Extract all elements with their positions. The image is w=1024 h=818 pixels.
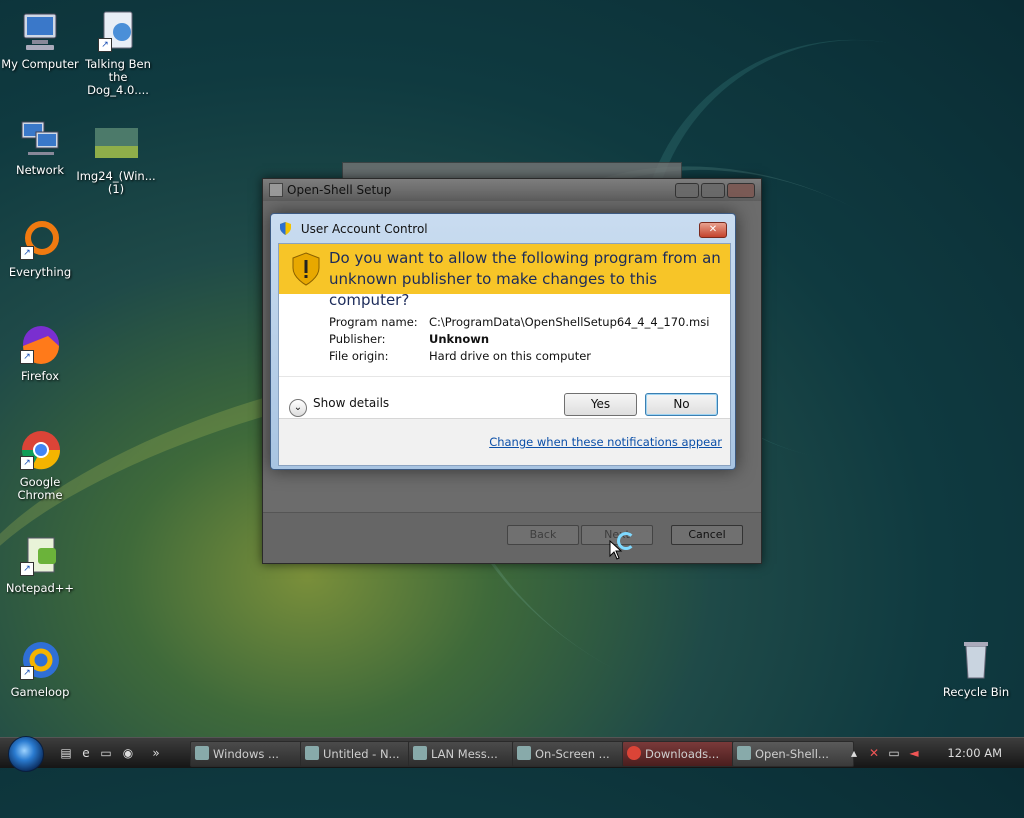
ie-icon[interactable]: e [78, 745, 94, 761]
start-button[interactable] [8, 736, 44, 772]
taskbar-item[interactable]: LAN Mess... [408, 741, 524, 767]
app-shortcut-icon: ↗ [96, 10, 140, 54]
file-origin-row: File origin: Hard drive on this computer [329, 349, 591, 363]
gameloop-icon: ↗ [18, 638, 62, 682]
taskbar-item-label: On-Screen ... [535, 747, 610, 761]
show-desktop-icon[interactable]: ▤ [58, 745, 74, 761]
network-icon [18, 116, 62, 160]
volume-icon[interactable]: ◄ [906, 745, 922, 761]
switch-windows-icon[interactable]: ▭ [98, 745, 114, 761]
yes-button[interactable]: Yes [564, 393, 637, 416]
clock[interactable]: 12:00 AM [947, 746, 1002, 760]
desktop-icon-label: Notepad++ [5, 581, 75, 595]
uac-footer: Change when these notifications appear [279, 418, 730, 465]
back-button[interactable]: Back [507, 525, 579, 545]
desktop-icon-gameloop[interactable]: ↗ Gameloop [0, 638, 80, 699]
battery-icon[interactable]: ▭ [886, 745, 902, 761]
desktop-icon-notepadpp[interactable]: ↗ Notepad++ [0, 534, 80, 595]
no-button[interactable]: No [645, 393, 718, 416]
setup-window-title: Open-Shell Setup [287, 183, 392, 197]
desktop-icon-my-computer[interactable]: My Computer [0, 10, 80, 71]
uac-question-line1: Do you want to allow the following progr… [329, 249, 721, 267]
system-tray: ▴ ✕ ▭ ◄ 12:00 AM [834, 738, 1024, 768]
uac-title: User Account Control [300, 222, 428, 236]
change-notifications-link[interactable]: Change when these notifications appear [489, 435, 722, 449]
network-status-icon[interactable]: ✕ [866, 745, 882, 761]
chevron-down-icon: ⌄ [289, 399, 307, 417]
lan-messenger-icon [413, 746, 427, 760]
taskbar-item-label: Windows ... [213, 747, 279, 761]
notepad-icon [305, 746, 319, 760]
desktop-icon-network[interactable]: Network [0, 116, 80, 177]
explorer-icon [195, 746, 209, 760]
desktop-icon-chrome[interactable]: ↗ Google Chrome [0, 428, 80, 502]
desktop-icon-label: Firefox [20, 369, 60, 383]
publisher-row: Publisher: Unknown [329, 332, 489, 346]
tray-expand-icon[interactable]: ▴ [846, 745, 862, 761]
file-origin-label: File origin: [329, 349, 389, 363]
taskbar-item[interactable]: Downloads... [622, 741, 744, 767]
recycle-bin-icon [954, 638, 998, 682]
uac-dialog: User Account Control ✕ Do you want to al… [270, 213, 736, 470]
image-file-icon [94, 122, 139, 166]
uac-shield-icon [279, 222, 292, 235]
computer-icon [18, 10, 62, 54]
chrome-icon: ↗ [18, 428, 62, 472]
quicklaunch-overflow-icon[interactable]: » [148, 745, 164, 761]
taskbar-item-label: Open-Shell... [755, 747, 829, 761]
uac-warning-banner: Do you want to allow the following progr… [279, 244, 730, 309]
desktop-icon-img24[interactable]: Img24_(Win...(1) [76, 122, 156, 196]
setup-window-titlebar: Open-Shell Setup [263, 179, 761, 201]
desktop-icon-label: Talking Ben the Dog_4.0.... [85, 57, 151, 97]
firefox-icon: ↗ [18, 322, 62, 366]
uac-content: Do you want to allow the following progr… [278, 243, 731, 466]
desktop-icon-recycle-bin[interactable]: Recycle Bin [936, 638, 1016, 699]
program-name-row: Program name: C:\ProgramData\OpenShellSet… [329, 315, 709, 329]
minimize-button[interactable] [675, 183, 699, 198]
taskbar-item-label: LAN Mess... [431, 747, 498, 761]
desktop-icon-label: My Computer [1, 57, 79, 71]
desktop-icon-talking-ben[interactable]: ↗ Talking Ben the Dog_4.0.... [78, 10, 158, 97]
taskbar-item[interactable]: Untitled - N... [300, 741, 422, 767]
desktop-icon-label: Google Chrome [17, 475, 63, 502]
publisher-value: Unknown [429, 332, 490, 346]
keyboard-icon [517, 746, 531, 760]
chrome-icon [627, 746, 641, 760]
desktop-icon-label: Gameloop [10, 685, 70, 699]
desktop-icon-label: Recycle Bin [942, 685, 1010, 699]
setup-app-icon [269, 183, 283, 197]
desktop-icon-firefox[interactable]: ↗ Firefox [0, 322, 80, 383]
maximize-button[interactable] [701, 183, 725, 198]
warning-shield-icon [291, 252, 321, 286]
show-details-toggle[interactable]: ⌄ Show details [289, 396, 389, 417]
setup-button-bar: Back Next Cancel [263, 512, 761, 563]
chrome-quicklaunch-icon[interactable]: ◉ [120, 745, 136, 761]
notepadpp-icon: ↗ [18, 534, 62, 578]
program-name-value: C:\ProgramData\OpenShellSetup64_4_4_170.… [429, 315, 710, 329]
file-origin-value: Hard drive on this computer [429, 349, 592, 363]
uac-titlebar: User Account Control [279, 222, 428, 236]
busy-spinner-icon [617, 532, 635, 550]
desktop-icon-label: Img24_(Win...(1) [76, 169, 156, 196]
publisher-label: Publisher: [329, 332, 386, 346]
close-button[interactable]: ✕ [699, 222, 727, 238]
program-name-label: Program name: [329, 315, 418, 329]
desktop-icon-label: Everything [8, 265, 72, 279]
show-details-label: Show details [313, 396, 390, 410]
cancel-button[interactable]: Cancel [671, 525, 743, 545]
taskbar-item-label: Untitled - N... [323, 747, 400, 761]
taskbar-item-label: Downloads... [645, 747, 720, 761]
taskbar-item[interactable]: Windows ... [190, 741, 306, 767]
taskbar: ▤ e ▭ ◉ » Windows ... Untitled - N... LA… [0, 736, 1024, 772]
program-details: Program name: C:\ProgramData\OpenShellSet… [279, 294, 730, 374]
taskbar-item[interactable]: On-Screen ... [512, 741, 636, 767]
setup-icon [737, 746, 751, 760]
desktop-icon-label: Network [15, 163, 65, 177]
uac-controls: ⌄ Show details Yes No [279, 376, 730, 417]
everything-icon: ↗ [18, 218, 62, 262]
desktop-icon-everything[interactable]: ↗ Everything [0, 218, 80, 279]
close-button[interactable] [727, 183, 755, 198]
